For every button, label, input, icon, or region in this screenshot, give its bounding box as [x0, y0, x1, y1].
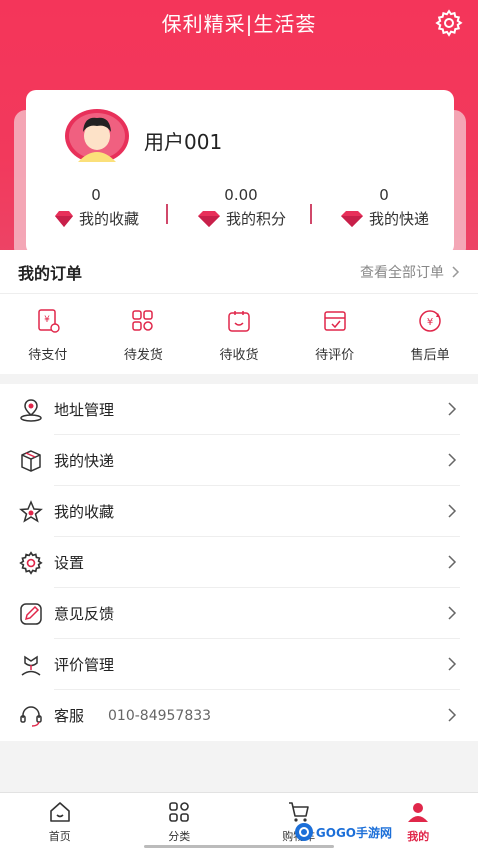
chevron-right-icon [448, 504, 457, 518]
menu-item-reviews-label: 评价管理 [54, 656, 115, 674]
category-icon [169, 801, 190, 822]
menu-item-feedback-label: 意见反馈 [54, 605, 115, 623]
watermark-logo-icon [294, 823, 313, 841]
aftersale-icon: ¥ [419, 310, 441, 332]
menu-item-favorites-label: 我的收藏 [54, 503, 115, 521]
menu-item-customer-service[interactable]: 客服 010-84957833 [0, 690, 478, 741]
order-pending-receipt[interactable]: 待收货 [199, 308, 279, 363]
username: 用户001 [144, 130, 223, 154]
package-icon [21, 449, 41, 472]
stat-points-value: 0.00 [224, 186, 258, 204]
home-icon [49, 801, 70, 822]
view-all-orders-link[interactable]: 查看全部订单 [360, 262, 460, 282]
tab-category-label: 分类 [168, 829, 191, 843]
app-title: 保利精采|生活荟 [161, 12, 317, 36]
chevron-right-icon [452, 265, 460, 278]
bottom-tab-bar: 首页 分类 购物车 我的 [0, 792, 478, 850]
stat-express-value: 0 [379, 186, 389, 204]
stat-divider [166, 204, 168, 224]
chevron-right-icon [448, 402, 457, 416]
order-pending-review-label: 待评价 [315, 348, 355, 363]
review-icon [323, 311, 346, 331]
menu-list: 地址管理 我的快递 我的收藏 设置 意见反馈 评价管理 客服 010-84957… [0, 384, 478, 741]
receive-icon [228, 311, 250, 332]
stat-favorites[interactable]: 0 我的收藏 [36, 186, 156, 229]
customer-service-phone[interactable]: 010-84957833 [108, 708, 211, 724]
order-pending-shipment[interactable]: 待发货 [103, 308, 183, 363]
ship-icon [132, 310, 154, 331]
stat-express-label: 我的快递 [368, 210, 429, 228]
chevron-right-icon [448, 708, 457, 722]
order-pending-review[interactable]: 待评价 [295, 308, 375, 363]
stat-favorites-label: 我的收藏 [78, 210, 139, 228]
menu-item-address[interactable]: 地址管理 [0, 384, 478, 435]
star-icon [19, 499, 43, 523]
order-pending-payment[interactable]: ¥ 待支付 [8, 308, 88, 363]
headset-icon [20, 705, 42, 727]
chevron-right-icon [448, 657, 457, 671]
chevron-right-icon [448, 606, 457, 620]
orders-header: 我的订单 查看全部订单 [0, 250, 478, 294]
stat-divider [310, 204, 312, 224]
svg-text:¥: ¥ [44, 315, 50, 325]
menu-item-favorites[interactable]: 我的收藏 [0, 486, 478, 537]
gem-icon [54, 210, 73, 227]
tab-home[interactable]: 首页 [0, 793, 120, 850]
stat-express[interactable]: 0 我的快递 [324, 186, 444, 229]
avatar[interactable] [64, 106, 130, 162]
menu-item-feedback[interactable]: 意见反馈 [0, 588, 478, 639]
location-icon [20, 398, 42, 422]
watermark: GOGO手游网 [294, 822, 392, 842]
flower-icon [21, 655, 41, 676]
home-indicator [144, 845, 334, 848]
chevron-right-icon [448, 453, 457, 467]
stat-favorites-value: 0 [91, 186, 101, 204]
gem-icon [340, 210, 363, 227]
user-icon [408, 802, 429, 822]
orders-title: 我的订单 [18, 263, 83, 283]
cart-icon [288, 801, 309, 822]
feedback-icon [20, 602, 42, 625]
svg-text:¥: ¥ [427, 317, 433, 328]
profile-card: 用户001 0 我的收藏 0.00 我的积分 0 我的快递 [26, 90, 454, 255]
order-pending-shipment-label: 待发货 [123, 348, 163, 363]
stat-points[interactable]: 0.00 我的积分 [181, 186, 301, 229]
order-after-sale-label: 售后单 [410, 348, 450, 363]
order-pending-payment-label: 待支付 [28, 348, 68, 363]
orders-section: 我的订单 查看全部订单 ¥ 待支付 待发货 待收货 待评价 ¥ 售后单 [0, 250, 478, 374]
order-pending-receipt-label: 待收货 [219, 348, 259, 363]
order-after-sale[interactable]: ¥ 售后单 [390, 308, 470, 363]
stat-points-label: 我的积分 [225, 210, 286, 228]
gem-icon [197, 210, 220, 227]
menu-item-express-label: 我的快递 [54, 452, 115, 470]
gear-icon[interactable] [434, 8, 464, 38]
watermark-text: GOGO手游网 [315, 823, 392, 841]
menu-item-settings-label: 设置 [54, 554, 85, 572]
gear-icon [19, 550, 43, 575]
menu-item-customer-service-label: 客服 [54, 707, 85, 725]
tab-category[interactable]: 分类 [120, 793, 240, 850]
tab-home-label: 首页 [48, 829, 71, 843]
tab-mine-label: 我的 [407, 829, 430, 843]
menu-item-settings[interactable]: 设置 [0, 537, 478, 588]
chevron-right-icon [448, 555, 457, 569]
menu-item-address-label: 地址管理 [54, 401, 115, 419]
pay-icon: ¥ [38, 309, 60, 333]
view-all-orders-label: 查看全部订单 [360, 264, 444, 281]
menu-item-express[interactable]: 我的快递 [0, 435, 478, 486]
menu-item-reviews[interactable]: 评价管理 [0, 639, 478, 690]
